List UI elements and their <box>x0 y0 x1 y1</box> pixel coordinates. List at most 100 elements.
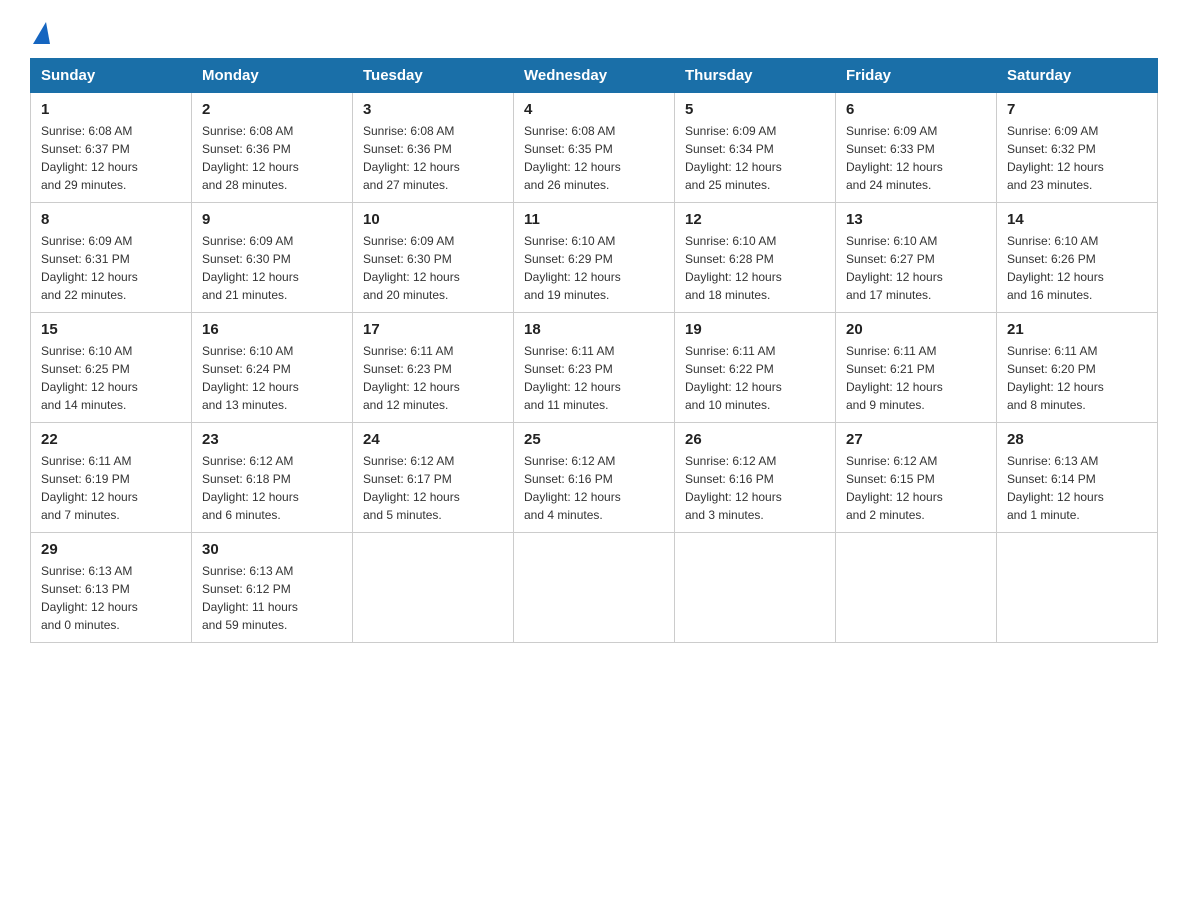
day-info: Sunrise: 6:11 AMSunset: 6:23 PMDaylight:… <box>363 342 503 414</box>
day-number: 9 <box>202 211 342 228</box>
day-info: Sunrise: 6:11 AMSunset: 6:20 PMDaylight:… <box>1007 342 1147 414</box>
day-cell: 26 Sunrise: 6:12 AMSunset: 6:16 PMDaylig… <box>675 423 836 533</box>
day-cell: 3 Sunrise: 6:08 AMSunset: 6:36 PMDayligh… <box>353 93 514 203</box>
day-info: Sunrise: 6:09 AMSunset: 6:31 PMDaylight:… <box>41 232 181 304</box>
day-number: 15 <box>41 321 181 338</box>
day-cell <box>997 533 1158 643</box>
weekday-header-sunday: Sunday <box>31 59 192 93</box>
weekday-header-thursday: Thursday <box>675 59 836 93</box>
day-number: 29 <box>41 541 181 558</box>
week-row-3: 15 Sunrise: 6:10 AMSunset: 6:25 PMDaylig… <box>31 313 1158 423</box>
day-number: 28 <box>1007 431 1147 448</box>
day-cell: 1 Sunrise: 6:08 AMSunset: 6:37 PMDayligh… <box>31 93 192 203</box>
day-cell: 24 Sunrise: 6:12 AMSunset: 6:17 PMDaylig… <box>353 423 514 533</box>
week-row-1: 1 Sunrise: 6:08 AMSunset: 6:37 PMDayligh… <box>31 93 1158 203</box>
day-info: Sunrise: 6:11 AMSunset: 6:19 PMDaylight:… <box>41 452 181 524</box>
day-cell: 18 Sunrise: 6:11 AMSunset: 6:23 PMDaylig… <box>514 313 675 423</box>
day-number: 7 <box>1007 101 1147 118</box>
day-cell: 16 Sunrise: 6:10 AMSunset: 6:24 PMDaylig… <box>192 313 353 423</box>
day-number: 16 <box>202 321 342 338</box>
day-cell: 7 Sunrise: 6:09 AMSunset: 6:32 PMDayligh… <box>997 93 1158 203</box>
day-info: Sunrise: 6:08 AMSunset: 6:36 PMDaylight:… <box>202 122 342 194</box>
day-cell: 30 Sunrise: 6:13 AMSunset: 6:12 PMDaylig… <box>192 533 353 643</box>
day-info: Sunrise: 6:10 AMSunset: 6:28 PMDaylight:… <box>685 232 825 304</box>
day-info: Sunrise: 6:09 AMSunset: 6:30 PMDaylight:… <box>363 232 503 304</box>
day-number: 2 <box>202 101 342 118</box>
day-number: 21 <box>1007 321 1147 338</box>
day-cell: 13 Sunrise: 6:10 AMSunset: 6:27 PMDaylig… <box>836 203 997 313</box>
day-number: 27 <box>846 431 986 448</box>
day-cell: 10 Sunrise: 6:09 AMSunset: 6:30 PMDaylig… <box>353 203 514 313</box>
day-info: Sunrise: 6:08 AMSunset: 6:37 PMDaylight:… <box>41 122 181 194</box>
day-info: Sunrise: 6:09 AMSunset: 6:34 PMDaylight:… <box>685 122 825 194</box>
day-cell <box>675 533 836 643</box>
day-cell: 20 Sunrise: 6:11 AMSunset: 6:21 PMDaylig… <box>836 313 997 423</box>
week-row-4: 22 Sunrise: 6:11 AMSunset: 6:19 PMDaylig… <box>31 423 1158 533</box>
day-number: 1 <box>41 101 181 118</box>
day-cell <box>514 533 675 643</box>
week-row-5: 29 Sunrise: 6:13 AMSunset: 6:13 PMDaylig… <box>31 533 1158 643</box>
day-number: 25 <box>524 431 664 448</box>
day-info: Sunrise: 6:12 AMSunset: 6:16 PMDaylight:… <box>685 452 825 524</box>
day-info: Sunrise: 6:10 AMSunset: 6:27 PMDaylight:… <box>846 232 986 304</box>
day-number: 10 <box>363 211 503 228</box>
day-cell: 29 Sunrise: 6:13 AMSunset: 6:13 PMDaylig… <box>31 533 192 643</box>
day-info: Sunrise: 6:10 AMSunset: 6:26 PMDaylight:… <box>1007 232 1147 304</box>
calendar-table: SundayMondayTuesdayWednesdayThursdayFrid… <box>30 58 1158 643</box>
day-number: 3 <box>363 101 503 118</box>
day-cell: 4 Sunrise: 6:08 AMSunset: 6:35 PMDayligh… <box>514 93 675 203</box>
day-number: 5 <box>685 101 825 118</box>
day-cell: 2 Sunrise: 6:08 AMSunset: 6:36 PMDayligh… <box>192 93 353 203</box>
day-info: Sunrise: 6:11 AMSunset: 6:23 PMDaylight:… <box>524 342 664 414</box>
day-info: Sunrise: 6:13 AMSunset: 6:13 PMDaylight:… <box>41 562 181 634</box>
day-cell: 17 Sunrise: 6:11 AMSunset: 6:23 PMDaylig… <box>353 313 514 423</box>
day-cell: 21 Sunrise: 6:11 AMSunset: 6:20 PMDaylig… <box>997 313 1158 423</box>
day-info: Sunrise: 6:12 AMSunset: 6:15 PMDaylight:… <box>846 452 986 524</box>
day-info: Sunrise: 6:11 AMSunset: 6:21 PMDaylight:… <box>846 342 986 414</box>
day-number: 22 <box>41 431 181 448</box>
day-cell: 22 Sunrise: 6:11 AMSunset: 6:19 PMDaylig… <box>31 423 192 533</box>
day-cell: 6 Sunrise: 6:09 AMSunset: 6:33 PMDayligh… <box>836 93 997 203</box>
day-info: Sunrise: 6:09 AMSunset: 6:32 PMDaylight:… <box>1007 122 1147 194</box>
day-info: Sunrise: 6:11 AMSunset: 6:22 PMDaylight:… <box>685 342 825 414</box>
day-number: 13 <box>846 211 986 228</box>
week-row-2: 8 Sunrise: 6:09 AMSunset: 6:31 PMDayligh… <box>31 203 1158 313</box>
day-cell <box>836 533 997 643</box>
day-number: 12 <box>685 211 825 228</box>
day-info: Sunrise: 6:08 AMSunset: 6:36 PMDaylight:… <box>363 122 503 194</box>
day-cell: 23 Sunrise: 6:12 AMSunset: 6:18 PMDaylig… <box>192 423 353 533</box>
day-cell: 25 Sunrise: 6:12 AMSunset: 6:16 PMDaylig… <box>514 423 675 533</box>
day-number: 8 <box>41 211 181 228</box>
day-cell: 28 Sunrise: 6:13 AMSunset: 6:14 PMDaylig… <box>997 423 1158 533</box>
day-info: Sunrise: 6:12 AMSunset: 6:18 PMDaylight:… <box>202 452 342 524</box>
logo <box>30 20 50 42</box>
weekday-header-saturday: Saturday <box>997 59 1158 93</box>
day-info: Sunrise: 6:10 AMSunset: 6:29 PMDaylight:… <box>524 232 664 304</box>
day-number: 26 <box>685 431 825 448</box>
weekday-header-tuesday: Tuesday <box>353 59 514 93</box>
day-number: 20 <box>846 321 986 338</box>
weekday-header-monday: Monday <box>192 59 353 93</box>
day-number: 23 <box>202 431 342 448</box>
weekday-header-friday: Friday <box>836 59 997 93</box>
day-cell: 8 Sunrise: 6:09 AMSunset: 6:31 PMDayligh… <box>31 203 192 313</box>
day-info: Sunrise: 6:13 AMSunset: 6:14 PMDaylight:… <box>1007 452 1147 524</box>
day-info: Sunrise: 6:08 AMSunset: 6:35 PMDaylight:… <box>524 122 664 194</box>
day-number: 19 <box>685 321 825 338</box>
day-info: Sunrise: 6:10 AMSunset: 6:25 PMDaylight:… <box>41 342 181 414</box>
day-cell: 5 Sunrise: 6:09 AMSunset: 6:34 PMDayligh… <box>675 93 836 203</box>
day-info: Sunrise: 6:09 AMSunset: 6:33 PMDaylight:… <box>846 122 986 194</box>
day-number: 18 <box>524 321 664 338</box>
page-header <box>30 20 1158 42</box>
day-cell: 12 Sunrise: 6:10 AMSunset: 6:28 PMDaylig… <box>675 203 836 313</box>
day-info: Sunrise: 6:10 AMSunset: 6:24 PMDaylight:… <box>202 342 342 414</box>
day-info: Sunrise: 6:12 AMSunset: 6:16 PMDaylight:… <box>524 452 664 524</box>
weekday-header-row: SundayMondayTuesdayWednesdayThursdayFrid… <box>31 59 1158 93</box>
logo-triangle-icon <box>33 22 50 44</box>
day-cell: 14 Sunrise: 6:10 AMSunset: 6:26 PMDaylig… <box>997 203 1158 313</box>
day-cell: 19 Sunrise: 6:11 AMSunset: 6:22 PMDaylig… <box>675 313 836 423</box>
day-cell: 11 Sunrise: 6:10 AMSunset: 6:29 PMDaylig… <box>514 203 675 313</box>
day-number: 24 <box>363 431 503 448</box>
day-number: 30 <box>202 541 342 558</box>
day-cell: 27 Sunrise: 6:12 AMSunset: 6:15 PMDaylig… <box>836 423 997 533</box>
